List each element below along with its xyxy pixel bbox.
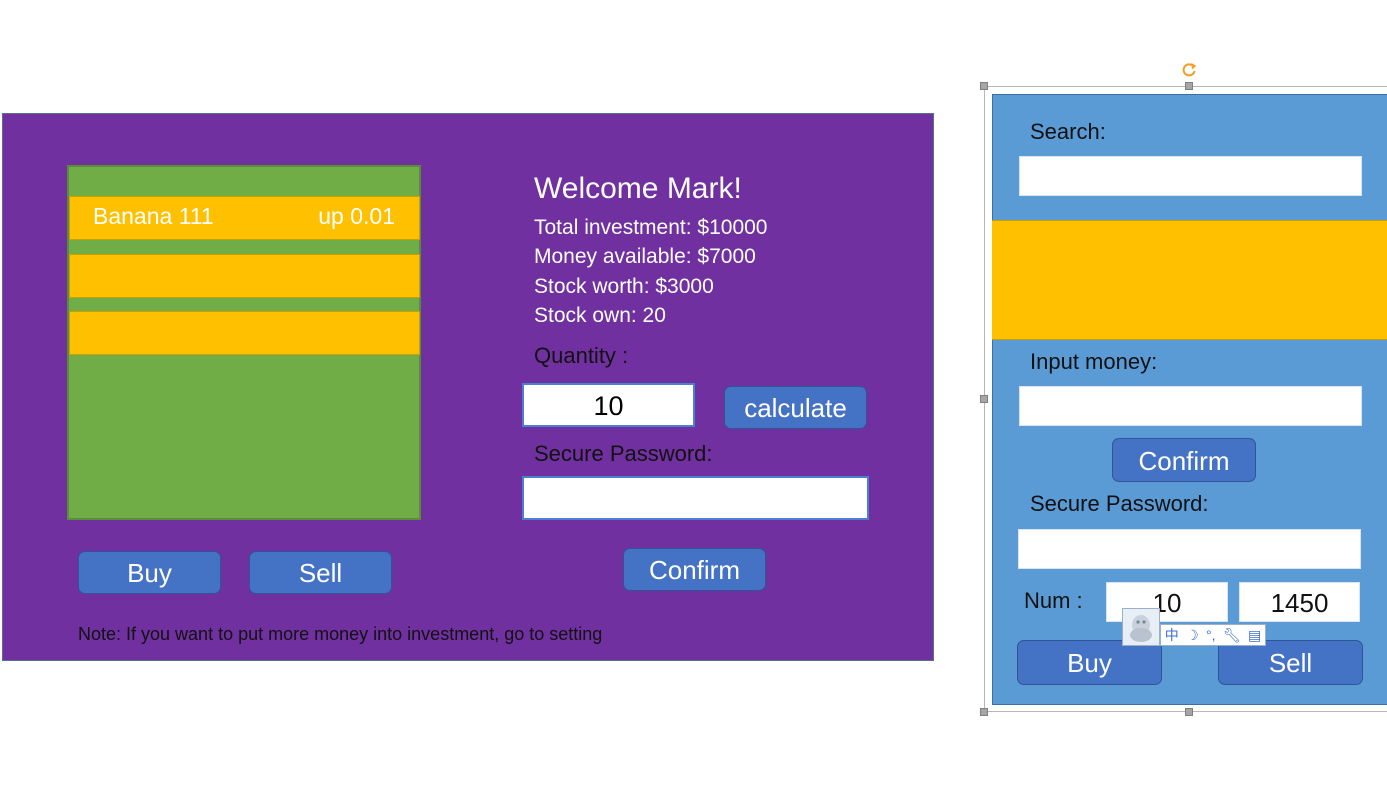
stock-name: Banana 111 (93, 203, 214, 229)
secure-password-input[interactable] (522, 476, 869, 520)
resize-handle[interactable] (980, 395, 988, 403)
side-confirm-button[interactable]: Confirm (1112, 438, 1256, 482)
ime-avatar-icon[interactable] (1122, 608, 1160, 646)
stock-row[interactable] (69, 254, 420, 298)
punctuation-icon[interactable]: °, (1206, 627, 1216, 643)
quantity-input[interactable]: 10 (522, 383, 695, 427)
buy-button[interactable]: Buy (78, 551, 221, 594)
resize-handle[interactable] (980, 82, 988, 90)
ime-language-toggle[interactable]: 中 (1165, 625, 1179, 645)
num-label: Num : (1024, 588, 1083, 613)
side-secure-password-label: Secure Password: (1030, 491, 1209, 516)
confirm-button[interactable]: Confirm (623, 548, 766, 591)
welcome-title: Welcome Mark! (534, 172, 742, 205)
input-money-label: Input money: (1030, 349, 1158, 374)
stock-change: up 0.01 (318, 203, 395, 229)
wrench-icon[interactable]: 🔧︎ (1223, 627, 1241, 644)
quantity-label: Quantity : (534, 343, 629, 368)
search-label: Search: (1030, 119, 1106, 144)
search-input[interactable] (1019, 156, 1362, 196)
calculate-button[interactable]: calculate (724, 386, 867, 429)
rotate-handle-icon[interactable] (1181, 62, 1197, 78)
resize-handle[interactable] (1185, 708, 1193, 716)
resize-handle[interactable] (1185, 82, 1193, 90)
resize-handle[interactable] (980, 708, 988, 716)
sell-button[interactable]: Sell (249, 551, 392, 594)
note-text: Note: If you want to put more money into… (78, 624, 603, 644)
money-available: Money available: $7000 (534, 245, 756, 268)
search-results-area (992, 220, 1387, 340)
stock-worth: Stock worth: $3000 (534, 275, 714, 298)
input-money-field[interactable] (1019, 386, 1362, 426)
stock-own: Stock own: 20 (534, 304, 666, 327)
total-investment: Total investment: $10000 (534, 216, 768, 239)
stock-row[interactable]: Banana 111 up 0.01 (69, 196, 420, 240)
side-sell-button[interactable]: Sell (1218, 640, 1363, 685)
ime-toolbar: 中 ☽ °, 🔧︎ ▤ (1160, 624, 1266, 646)
secure-password-label: Secure Password: (534, 441, 713, 466)
total-output: 1450 (1239, 582, 1360, 622)
side-secure-password-input[interactable] (1018, 529, 1361, 569)
moon-icon[interactable]: ☽ (1186, 627, 1199, 644)
clipboard-icon[interactable]: ▤ (1248, 627, 1261, 644)
stock-row[interactable] (69, 311, 420, 355)
